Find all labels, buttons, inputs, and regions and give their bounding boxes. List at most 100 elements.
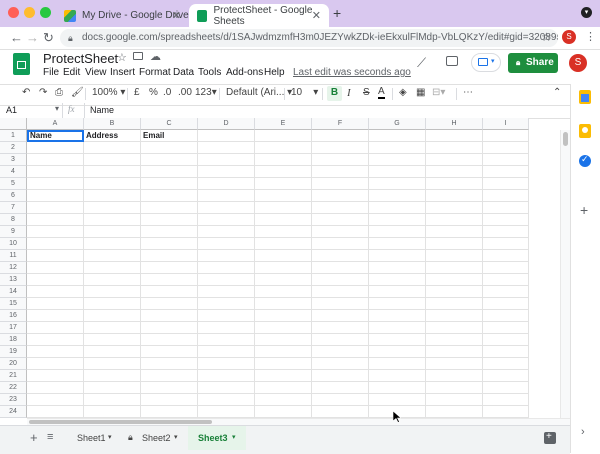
column-header[interactable]: A (27, 118, 84, 130)
cell-A13[interactable] (27, 274, 84, 286)
cell-H1[interactable] (426, 130, 483, 142)
sheet-tab-sheet3[interactable]: Sheet3 ▾ (188, 426, 246, 450)
cell-I8[interactable] (483, 214, 529, 226)
row-header[interactable]: 18 (0, 334, 27, 346)
cell-C9[interactable] (141, 226, 198, 238)
cell-D7[interactable] (198, 202, 255, 214)
cell-E10[interactable] (255, 238, 312, 250)
cell-H24[interactable] (426, 406, 483, 418)
cell-C8[interactable] (141, 214, 198, 226)
cell-B7[interactable] (84, 202, 141, 214)
close-tab-icon[interactable]: ✕ (172, 9, 181, 22)
cell-B24[interactable] (84, 406, 141, 418)
address-bar[interactable]: 🔒︎ docs.google.com/spreadsheets/d/1SAJwd… (60, 29, 558, 47)
cell-G4[interactable] (369, 166, 426, 178)
cell-C4[interactable] (141, 166, 198, 178)
cell-G21[interactable] (369, 370, 426, 382)
cell-F9[interactable] (312, 226, 369, 238)
cell-E18[interactable] (255, 334, 312, 346)
cell-G12[interactable] (369, 262, 426, 274)
cell-B15[interactable] (84, 298, 141, 310)
close-tab-icon[interactable]: ✕ (312, 9, 321, 22)
share-button[interactable]: 🔒︎ Share (508, 53, 558, 73)
cell-E2[interactable] (255, 142, 312, 154)
cell-B5[interactable] (84, 178, 141, 190)
browser-menu-icon[interactable]: ⋮ (585, 30, 596, 43)
cell-E23[interactable] (255, 394, 312, 406)
cell-G18[interactable] (369, 334, 426, 346)
cell-H10[interactable] (426, 238, 483, 250)
redo-icon[interactable]: ↷ (39, 86, 47, 100)
cell-B8[interactable] (84, 214, 141, 226)
cloud-status-icon[interactable]: ☁︎ (150, 50, 161, 63)
cell-F10[interactable] (312, 238, 369, 250)
cell-D24[interactable] (198, 406, 255, 418)
cell-G3[interactable] (369, 154, 426, 166)
cell-B14[interactable] (84, 286, 141, 298)
cell-H13[interactable] (426, 274, 483, 286)
cell-E24[interactable] (255, 406, 312, 418)
cell-F12[interactable] (312, 262, 369, 274)
cell-B4[interactable] (84, 166, 141, 178)
cell-A17[interactable] (27, 322, 84, 334)
cell-I18[interactable] (483, 334, 529, 346)
cell-H4[interactable] (426, 166, 483, 178)
cell-C3[interactable] (141, 154, 198, 166)
bookmark-star-icon[interactable]: ☆ (541, 30, 552, 44)
cell-F17[interactable] (312, 322, 369, 334)
cell-C19[interactable] (141, 346, 198, 358)
cell-E11[interactable] (255, 250, 312, 262)
menu-format[interactable]: Format (139, 67, 171, 78)
undo-icon[interactable]: ↶ (22, 86, 30, 100)
percent-format-button[interactable]: % (149, 86, 158, 100)
cell-D22[interactable] (198, 382, 255, 394)
row-header[interactable]: 6 (0, 190, 27, 202)
borders-icon[interactable]: ▦ (416, 86, 425, 100)
profile-avatar[interactable]: S (562, 30, 576, 44)
cell-H12[interactable] (426, 262, 483, 274)
number-format-select[interactable]: 123▾ (195, 86, 217, 100)
cell-D18[interactable] (198, 334, 255, 346)
row-header[interactable]: 14 (0, 286, 27, 298)
cell-B3[interactable] (84, 154, 141, 166)
cell-F5[interactable] (312, 178, 369, 190)
cell-B6[interactable] (84, 190, 141, 202)
cell-D8[interactable] (198, 214, 255, 226)
text-color-button[interactable]: A (378, 86, 385, 99)
row-header[interactable]: 12 (0, 262, 27, 274)
row-header[interactable]: 8 (0, 214, 27, 226)
row-header[interactable]: 21 (0, 370, 27, 382)
cell-B20[interactable] (84, 358, 141, 370)
cell-F19[interactable] (312, 346, 369, 358)
cell-I9[interactable] (483, 226, 529, 238)
cell-A19[interactable] (27, 346, 84, 358)
column-header[interactable]: C (141, 118, 198, 130)
new-tab-button[interactable]: + (333, 5, 341, 21)
cell-C16[interactable] (141, 310, 198, 322)
cell-I21[interactable] (483, 370, 529, 382)
cell-I16[interactable] (483, 310, 529, 322)
menu-edit[interactable]: Edit (63, 67, 80, 78)
cell-E1[interactable] (255, 130, 312, 142)
cell-B22[interactable] (84, 382, 141, 394)
cell-G6[interactable] (369, 190, 426, 202)
menu-addons[interactable]: Add-ons (226, 67, 263, 78)
cell-B9[interactable] (84, 226, 141, 238)
cell-G7[interactable] (369, 202, 426, 214)
row-header[interactable]: 5 (0, 178, 27, 190)
cell-A2[interactable] (27, 142, 84, 154)
cell-F15[interactable] (312, 298, 369, 310)
cell-G23[interactable] (369, 394, 426, 406)
row-header[interactable]: 10 (0, 238, 27, 250)
move-folder-icon[interactable] (133, 52, 143, 60)
cell-H16[interactable] (426, 310, 483, 322)
row-header[interactable]: 17 (0, 322, 27, 334)
cell-H19[interactable] (426, 346, 483, 358)
cell-D20[interactable] (198, 358, 255, 370)
browser-tab-drive[interactable]: My Drive - Google Drive ✕ (56, 4, 189, 27)
cell-H20[interactable] (426, 358, 483, 370)
cell-G10[interactable] (369, 238, 426, 250)
cell-I19[interactable] (483, 346, 529, 358)
font-select[interactable]: Default (Ari... ▾ (226, 86, 292, 100)
cell-F4[interactable] (312, 166, 369, 178)
